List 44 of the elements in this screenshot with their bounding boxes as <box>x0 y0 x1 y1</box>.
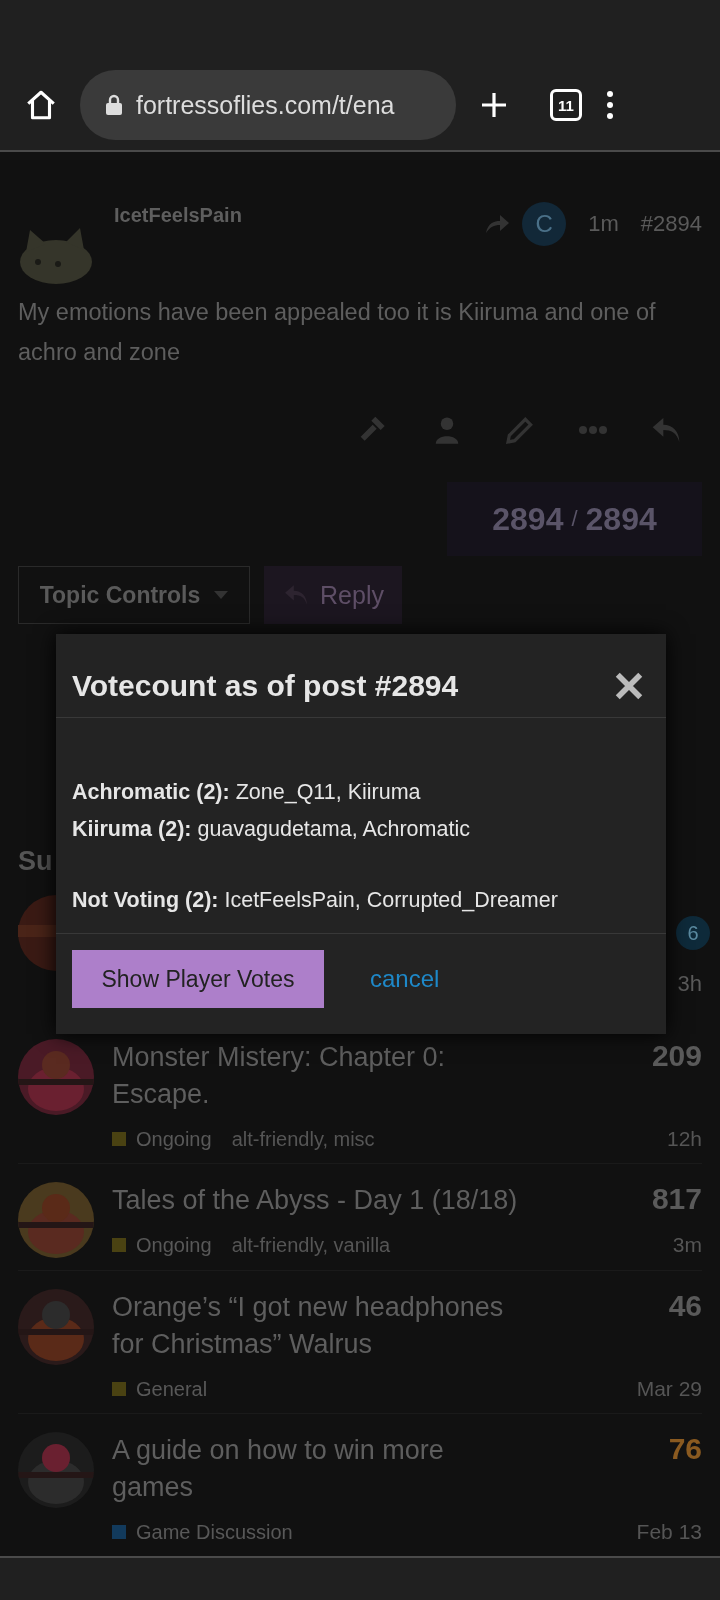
tab-count[interactable]: 11 <box>550 89 582 121</box>
topic-title[interactable]: Tales of the Abyss - Day 1 (18/18) <box>112 1182 522 1219</box>
category-label[interactable]: Ongoing <box>136 1127 212 1151</box>
topic-time: Feb 13 <box>636 1520 702 1544</box>
topic-time: 12h <box>666 1127 702 1151</box>
menu-icon[interactable] <box>604 89 616 121</box>
topic-time: 3h <box>677 971 702 997</box>
post-body: My emotions have been appealed too it is Kiiruma and one of achro and zone <box>18 298 657 367</box>
caret-icon <box>214 591 229 599</box>
lock-icon <box>104 94 124 116</box>
topic-tags[interactable]: alt-friendly, vanilla <box>231 1233 391 1257</box>
category-label[interactable]: Ongoing <box>136 1233 212 1257</box>
address-bar[interactable]: fortressoflies.com/t/ena <box>80 70 456 140</box>
url-text: fortressoflies.com/t/ena <box>136 90 395 120</box>
topic-title[interactable]: Orange’s “I got new headphones for Christmas” Walrus <box>112 1289 522 1363</box>
home-icon[interactable] <box>24 88 58 122</box>
reply-button[interactable]: Reply <box>264 566 402 624</box>
cancel-link[interactable]: cancel <box>370 965 440 993</box>
pencil-icon[interactable] <box>504 414 536 446</box>
vote-line: Achromatic (2): Zone_Q11, Kiiruma <box>72 779 422 806</box>
close-icon[interactable] <box>614 670 644 701</box>
category-label[interactable]: Game Discussion <box>136 1520 293 1544</box>
topic-time: Mar 29 <box>636 1377 702 1401</box>
username[interactable]: IcetFeelsPain <box>114 204 242 227</box>
section-heading: Su <box>18 846 53 877</box>
unread-badge: 6 <box>676 916 710 950</box>
topic-controls-button[interactable]: Topic Controls <box>18 566 250 624</box>
topic-title[interactable]: A guide on how to win more games <box>112 1432 522 1506</box>
vote-line: Not Voting (2): IcetFeelsPain, Corrupted_Dreamer <box>72 887 559 914</box>
category-label[interactable]: General <box>136 1377 208 1401</box>
reply-count: 209 <box>651 1039 702 1073</box>
topic-title[interactable]: Monster Mistery: Chapter 0: Escape. <box>112 1039 522 1113</box>
reply-count: 46 <box>668 1289 702 1323</box>
vote-line: Kiiruma (2): guavagudetama, Achromatic <box>72 816 471 843</box>
more-icon[interactable] <box>578 424 608 436</box>
avatar-initial[interactable]: C <box>522 202 567 246</box>
show-player-votes-button[interactable]: Show Player Votes <box>72 950 324 1008</box>
dialog-title: Votecount as of post #2894 <box>72 668 459 703</box>
post-time[interactable]: 1m <box>588 211 619 237</box>
topic-tags[interactable]: alt-friendly, misc <box>231 1127 375 1151</box>
reply-count: 817 <box>651 1182 702 1216</box>
reply-count: 76 <box>668 1432 702 1466</box>
topic-time: 3m <box>672 1233 702 1257</box>
post-number[interactable]: #2894 <box>640 211 702 237</box>
